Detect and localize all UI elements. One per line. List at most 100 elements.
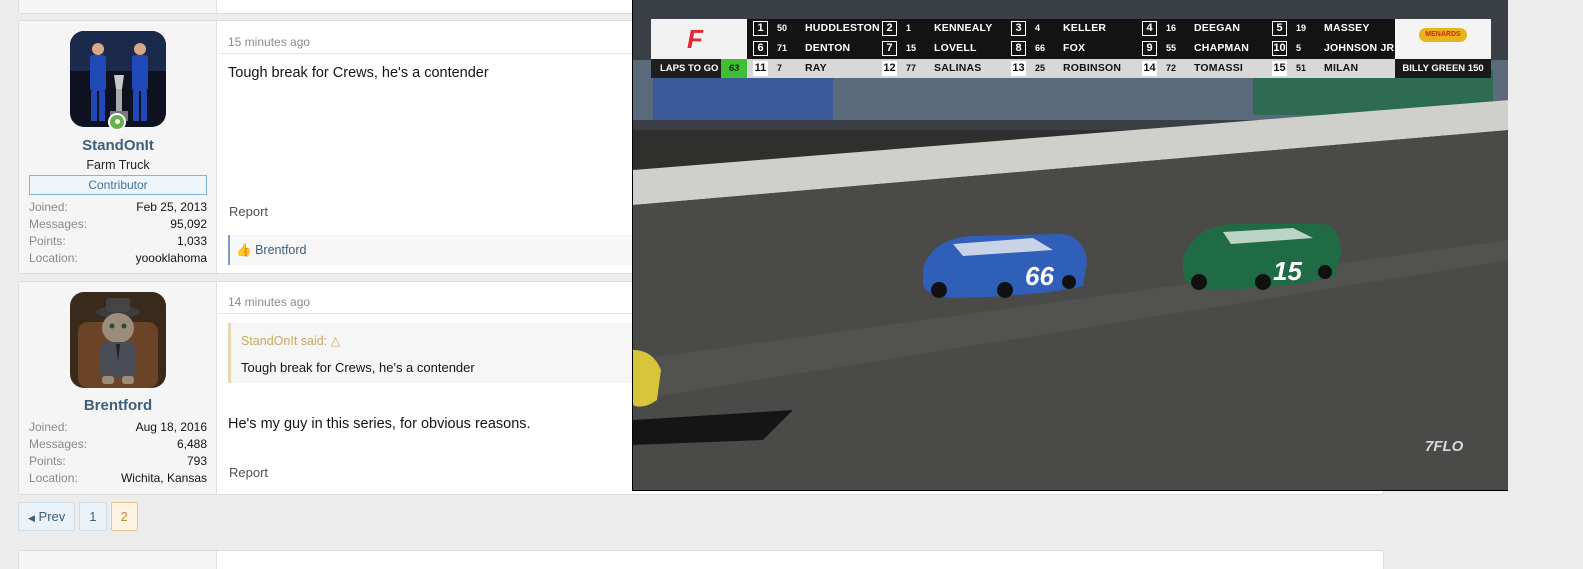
leader-row: 14 72 TOMASSI — [1136, 59, 1266, 78]
driver-name: RAY — [805, 62, 827, 74]
car-number: 71 — [777, 43, 788, 53]
driver-name: CHAPMAN — [1194, 42, 1250, 54]
stat-value: Aug 18, 2016 — [135, 420, 207, 434]
reaction-user[interactable]: Brentford — [255, 243, 306, 257]
stat-label: Messages: — [29, 437, 88, 451]
leader-row: 13 25 ROBINSON — [1005, 59, 1136, 78]
driver-name: ROBINSON — [1063, 62, 1122, 74]
car-number: 1 — [906, 23, 912, 33]
stat-points: Points: 793 — [29, 453, 207, 470]
driver-name: JOHNSON JR — [1324, 42, 1395, 54]
driver-name: KELLER — [1063, 22, 1107, 34]
post-timestamp[interactable]: 14 minutes ago — [228, 295, 310, 309]
driver-name: DEEGAN — [1194, 22, 1241, 34]
position: 11 — [753, 61, 768, 76]
leader-row: 5 19 MASSEY — [1266, 19, 1395, 38]
stat-value: Wichita, Kansas — [120, 471, 207, 485]
flosports-logo: F — [651, 19, 747, 59]
flo-f-icon: F — [687, 24, 703, 54]
username[interactable]: StandOnIt — [19, 137, 217, 154]
leader-row: 4 16 DEEGAN — [1136, 19, 1266, 38]
car-number: 66 — [1035, 43, 1046, 53]
next-post-stub — [18, 550, 1384, 569]
leader-row: 1 50 HUDDLESTON — [747, 19, 880, 38]
driver-name: HUDDLESTON — [805, 22, 880, 34]
stat-value: Feb 25, 2013 — [136, 200, 207, 214]
car-number: 77 — [906, 63, 917, 73]
online-status-icon — [108, 113, 126, 131]
position: 12 — [882, 61, 897, 76]
driver-name: KENNEALY — [934, 22, 993, 34]
stat-label: Points: — [29, 454, 66, 468]
leader-row: 3 4 KELLER — [1005, 19, 1136, 38]
position: 3 — [1011, 21, 1026, 36]
prev-page-button[interactable]: ◀ Prev — [18, 502, 76, 531]
car-number: 4 — [1035, 23, 1041, 33]
post-body: He's my guy in this series, for obvious … — [228, 416, 531, 432]
leader-row: 10 5 JOHNSON JR — [1266, 39, 1395, 58]
flo-watermark: 7FLO — [1425, 438, 1463, 455]
car-number: 72 — [1166, 63, 1177, 73]
car-number: 5 — [1296, 43, 1302, 53]
user-title: Farm Truck — [86, 158, 150, 172]
pagination: ◀ Prev 1 2 — [18, 502, 138, 531]
driver-name: MILAN — [1324, 62, 1359, 74]
car-66: 66 — [923, 234, 1087, 298]
chevron-left-icon: ◀ — [28, 513, 35, 523]
username[interactable]: Brentford — [19, 397, 217, 414]
car-number: 51 — [1296, 63, 1307, 73]
position: 1 — [753, 21, 768, 36]
quote-author-label[interactable]: StandOnIt said: — [241, 334, 327, 348]
thumbs-up-icon: 👍 — [236, 243, 252, 257]
page-2-current[interactable]: 2 — [110, 502, 138, 531]
position: 7 — [882, 41, 897, 56]
stat-points: Points: 1,033 — [29, 233, 207, 250]
driver-name: TOMASSI — [1194, 62, 1244, 74]
car-number: 55 — [1166, 43, 1177, 53]
stat-value: 793 — [186, 454, 207, 468]
post-timestamp[interactable]: 15 minutes ago — [228, 35, 310, 49]
driver-name: LOVELL — [934, 42, 977, 54]
avatar-image — [70, 292, 166, 388]
report-link[interactable]: Report — [229, 465, 268, 480]
position: 6 — [753, 41, 768, 56]
position: 10 — [1272, 41, 1287, 56]
stat-value: 1,033 — [176, 234, 207, 248]
car-number: 19 — [1296, 23, 1307, 33]
leader-row: 8 66 FOX — [1005, 39, 1136, 58]
stat-label: Location: — [29, 251, 78, 265]
leader-row: 15 51 MILAN — [1266, 59, 1395, 78]
laps-value: 63 — [721, 59, 747, 78]
stat-location: Location: yoooklahoma — [29, 250, 207, 267]
user-stats: Joined: Aug 18, 2016 Messages: 6,488 Point… — [29, 419, 207, 487]
laps-label: LAPS TO GO — [660, 63, 719, 74]
position: 4 — [1142, 21, 1157, 36]
position: 8 — [1011, 41, 1026, 56]
laps-to-go: LAPS TO GO 63 — [651, 59, 747, 78]
position: 5 — [1272, 21, 1287, 36]
leader-row: 7 15 LOVELL — [876, 39, 1005, 58]
car-15: 15 — [1183, 224, 1341, 290]
sponsor-logo: MENARDS — [1395, 19, 1491, 59]
quote-author[interactable]: StandOnIt said: △ — [241, 333, 340, 348]
avatar[interactable] — [70, 292, 166, 388]
watermark-text: FLO — [1433, 438, 1464, 455]
race-name: BILLY GREEN 150 — [1395, 59, 1491, 78]
driver-name: DENTON — [805, 42, 851, 54]
arrow-up-circle-icon[interactable]: △ — [331, 334, 341, 348]
report-link[interactable]: Report — [229, 204, 268, 219]
quote-text: Tough break for Crews, he's a contender — [241, 360, 475, 375]
video-player[interactable]: 66 15 F LAPS TO GO 63 1 50 HUDDLESTON 2 1 KE… — [632, 0, 1508, 491]
car-15-number: 15 — [1273, 256, 1302, 286]
page-1-link[interactable]: 1 — [79, 502, 107, 531]
position: 15 — [1272, 61, 1287, 76]
leader-row: 6 71 DENTON — [747, 39, 876, 58]
stat-messages: Messages: 95,092 — [29, 216, 207, 233]
stat-label: Location: — [29, 471, 78, 485]
driver-name: FOX — [1063, 42, 1086, 54]
position: 9 — [1142, 41, 1157, 56]
driver-name: SALINAS — [934, 62, 982, 74]
car-number: 16 — [1166, 23, 1177, 33]
sponsor-name: MENARDS — [1419, 28, 1467, 42]
stat-location: Location: Wichita, Kansas — [29, 470, 207, 487]
